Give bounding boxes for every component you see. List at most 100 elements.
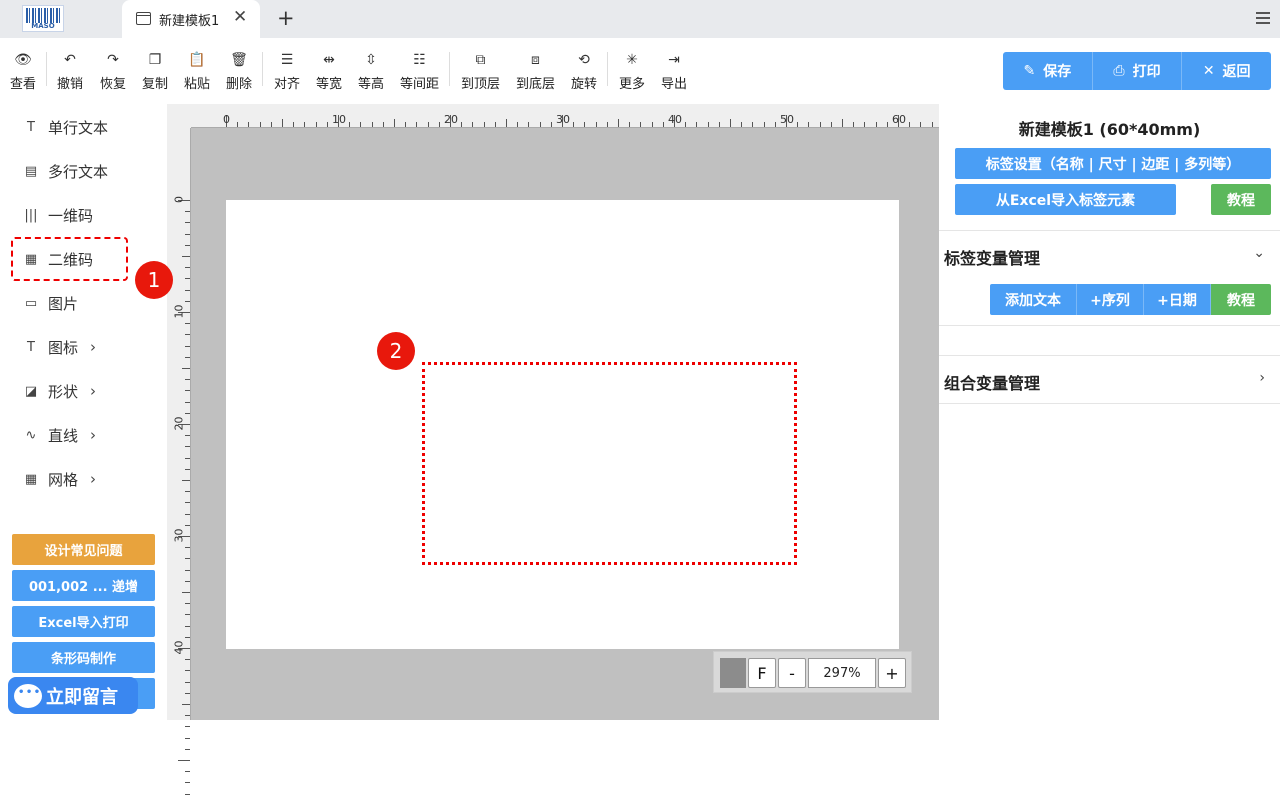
bring-front-icon: ⧉ xyxy=(475,52,486,68)
tool-label: 等间距 xyxy=(400,77,440,92)
tool-equal-height[interactable]: ⇳ 等高 xyxy=(358,50,384,92)
zoom-in-button[interactable]: + xyxy=(878,658,906,688)
edit-icon: ✎ xyxy=(1023,63,1036,79)
ruler-tick xyxy=(472,122,474,127)
tool-copy[interactable]: ❐ 复制 xyxy=(142,50,168,92)
divider xyxy=(939,355,1280,356)
excel-import-print-button[interactable]: Excel导入打印 xyxy=(12,606,155,637)
menu-icon[interactable] xyxy=(1256,12,1270,24)
element-shape[interactable]: ◪ 形状 › xyxy=(20,378,96,404)
add-sequence-variable-button[interactable]: +序列 xyxy=(1077,284,1144,315)
element-image[interactable]: ▭ 图片 xyxy=(20,290,78,316)
ruler-tick xyxy=(182,368,190,369)
leave-message-button[interactable]: 立即留言 xyxy=(8,677,138,714)
ruler-tick xyxy=(662,122,664,127)
ruler-label: 40 xyxy=(172,640,186,655)
element-multiline-text[interactable]: ▤ 多行文本 xyxy=(20,158,108,184)
multiline-text-icon: ▤ xyxy=(24,163,38,179)
ruler-tick xyxy=(185,726,190,728)
barcode-maker-button[interactable]: 条形码制作 xyxy=(12,642,155,673)
tool-export[interactable]: ⇥ 导出 xyxy=(661,50,687,92)
tool-eye[interactable]: 👁 查看 xyxy=(10,50,36,92)
tool-equal-width[interactable]: ⇹ 等宽 xyxy=(316,50,342,92)
label-settings-button[interactable]: 标签设置（名称 | 尺寸 | 边距 | 多列等） xyxy=(955,148,1271,179)
ruler-label: 30 xyxy=(172,528,186,543)
ruler-label: 0 xyxy=(172,196,186,203)
ruler-tick xyxy=(185,558,190,560)
tab-label: 新建模板1 xyxy=(159,14,220,29)
background-color-swatch[interactable] xyxy=(720,658,746,688)
equal-height-icon: ⇳ xyxy=(365,52,377,68)
tutorial-button[interactable]: 教程 xyxy=(1211,184,1271,215)
toolbar-separator xyxy=(607,52,608,86)
ruler-tick xyxy=(517,122,519,127)
element-grid[interactable]: ▦ 网格 › xyxy=(20,466,96,492)
toolbar-separator xyxy=(449,52,450,86)
equal-spacing-icon: ☷ xyxy=(413,52,426,68)
element-text[interactable]: T 单行文本 xyxy=(20,114,108,140)
tool-more[interactable]: ✳ 更多 xyxy=(619,50,645,92)
template-title: 新建模板1 (60*40mm) xyxy=(1018,120,1201,139)
tool-label: 复制 xyxy=(142,77,169,92)
ruler-tick xyxy=(185,748,190,750)
ruler-tick xyxy=(920,122,922,127)
ruler-tick xyxy=(528,122,530,127)
save-button[interactable]: ✎ 保存 xyxy=(1003,52,1093,90)
ruler-tick xyxy=(730,119,731,127)
tool-rotate[interactable]: ⟲ 旋转 xyxy=(571,50,597,92)
design-faq-button[interactable]: 设计常见问题 xyxy=(12,534,155,565)
ruler-tick xyxy=(394,119,395,127)
tool-align[interactable]: ☰ 对齐 xyxy=(274,50,300,92)
ruler-label: 50 xyxy=(780,113,794,126)
tool-redo[interactable]: ↷ 恢复 xyxy=(100,50,126,92)
ruler-tick xyxy=(185,222,190,224)
tool-send-back[interactable]: ⧈ 到底层 xyxy=(516,50,555,92)
tool-undo[interactable]: ↶ 撤销 xyxy=(57,50,83,92)
new-tab-button[interactable]: + xyxy=(277,6,295,30)
element-label: 网格 xyxy=(48,470,79,489)
combo-variable-section-header[interactable]: 组合变量管理 › xyxy=(944,370,1280,394)
print-button[interactable]: ⎙ 打印 xyxy=(1092,52,1183,90)
tool-paste[interactable]: 📋 粘贴 xyxy=(184,50,210,92)
properties-panel: 新建模板1 (60*40mm) 标签设置（名称 | 尺寸 | 边距 | 多列等）… xyxy=(939,104,1280,720)
element-label: 直线 xyxy=(48,426,79,445)
tool-equal-spacing[interactable]: ☷ 等间距 xyxy=(400,50,439,92)
logo-barcode-icon xyxy=(26,8,60,23)
ruler-tick xyxy=(651,122,653,127)
ruler-tick xyxy=(185,524,190,526)
text-icon: T xyxy=(27,119,35,135)
ruler-tick xyxy=(185,323,190,325)
add-text-variable-button[interactable]: 添加文本 xyxy=(990,284,1077,315)
variable-tutorial-button[interactable]: 教程 xyxy=(1211,284,1271,315)
add-date-variable-button[interactable]: +日期 xyxy=(1144,284,1211,315)
ruler-label: 40 xyxy=(668,113,682,126)
ruler-horizontal: 0 10 20 30 40 50 60 xyxy=(167,104,939,128)
ruler-tick xyxy=(185,793,190,795)
element-barcode[interactable]: ||| 一维码 xyxy=(20,202,93,228)
close-tab-icon[interactable]: ✕ xyxy=(233,7,247,27)
tool-bring-front[interactable]: ⧉ 到顶层 xyxy=(461,50,500,92)
fit-button[interactable]: F xyxy=(748,658,776,688)
back-button[interactable]: ✕ 返回 xyxy=(1182,52,1272,90)
element-label: 图片 xyxy=(48,294,79,313)
ruler-corner xyxy=(167,104,191,128)
excel-import-elements-button[interactable]: 从Excel导入标签元素 xyxy=(955,184,1176,215)
ruler-tick xyxy=(259,122,261,127)
tool-trash[interactable]: 🗑 删除 xyxy=(226,50,252,92)
element-icon[interactable]: T 图标 › xyxy=(20,334,96,360)
increment-number-button[interactable]: 001,002 ... 递增 xyxy=(12,570,155,601)
variable-section-header[interactable]: 标签变量管理 ⌄ xyxy=(944,245,1280,269)
ruler-tick xyxy=(185,737,190,739)
chevron-right-icon: › xyxy=(90,338,97,356)
tab-template-1[interactable]: 新建模板1 ✕ xyxy=(122,0,260,38)
element-line[interactable]: ∿ 直线 › xyxy=(20,422,96,448)
ruler-tick xyxy=(718,122,720,127)
undo-icon: ↶ xyxy=(64,52,76,68)
trash-icon: 🗑 xyxy=(230,52,248,68)
ruler-tick xyxy=(438,122,440,127)
ruler-label: 0 xyxy=(223,113,230,126)
step-marker-2: 2 xyxy=(377,332,415,370)
ruler-tick xyxy=(640,122,642,127)
zoom-out-button[interactable]: - xyxy=(778,658,806,688)
ruler-tick xyxy=(461,122,463,127)
